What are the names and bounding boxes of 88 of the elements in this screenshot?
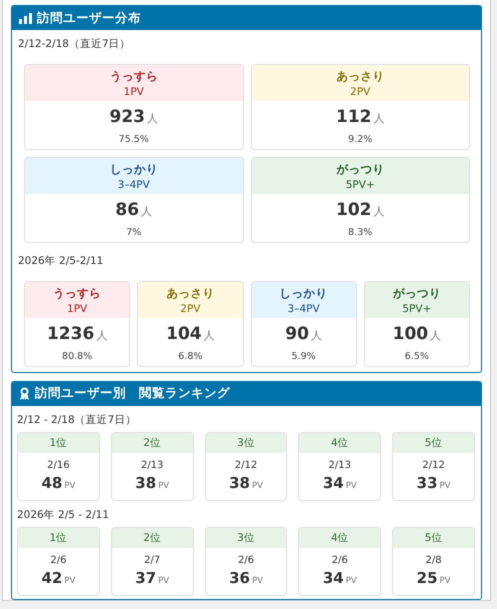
- pv-unit: PV: [252, 576, 263, 586]
- group-name: がっつり: [336, 160, 384, 178]
- pv-unit: PV: [440, 576, 450, 586]
- visitor-count: 1236: [46, 324, 94, 344]
- pv-value: 36: [229, 568, 250, 587]
- pv-unit: PV: [158, 480, 170, 491]
- pv-unit: PV: [440, 480, 450, 491]
- rank-date: 2/6: [330, 554, 349, 566]
- rank-date: 2/7: [143, 554, 162, 566]
- visitor-count: 90: [285, 324, 309, 344]
- percent-share: 9.2%: [347, 133, 374, 147]
- rank-date: 2/12: [234, 460, 258, 471]
- pv-value: 48: [41, 474, 62, 492]
- group-pv-range: 5PV+: [346, 178, 375, 192]
- rank-label: 2位: [112, 528, 193, 548]
- percent-share: 5.9%: [290, 350, 317, 364]
- count-unit: 人: [147, 111, 158, 126]
- rank-label: 1位: [18, 432, 99, 453]
- percent-share: 80.8%: [61, 350, 94, 364]
- rank-label: 3位: [206, 432, 286, 453]
- rank-label: 3位: [206, 528, 286, 548]
- pv-value: 42: [41, 568, 62, 587]
- rank-date: 2/6: [49, 554, 68, 566]
- percent-share: 8.3%: [347, 226, 374, 240]
- percent-share: 7%: [125, 226, 142, 240]
- count-unit: 人: [204, 328, 215, 343]
- group-name: がっつり: [392, 284, 441, 302]
- group-name: うっすら: [53, 284, 102, 302]
- rank-label: 1位: [18, 528, 99, 548]
- pv-value: 25: [416, 568, 438, 587]
- period-label: 2/12-2/18（直近7日）: [18, 37, 132, 51]
- rank-label: 5位: [393, 528, 474, 548]
- pv-value: 34: [322, 474, 344, 492]
- count-unit: 人: [96, 328, 108, 343]
- group-name: あっさり: [166, 284, 214, 302]
- visitor-count: 112: [336, 107, 372, 127]
- visitor-count: 102: [336, 200, 372, 220]
- pv-unit: PV: [64, 576, 76, 586]
- group-pv-range: 1PV: [67, 302, 88, 316]
- percent-share: 6.5%: [404, 350, 430, 364]
- pv-unit: PV: [64, 480, 76, 491]
- rank-date: 2/8: [424, 554, 443, 566]
- count-unit: 人: [141, 204, 152, 219]
- rank-date: 2/6: [236, 554, 256, 566]
- visitor-count: 104: [166, 324, 202, 344]
- percent-share: 75.5%: [118, 133, 150, 147]
- award-ribbon-icon: [19, 387, 30, 400]
- group-name: しっかり: [280, 284, 328, 302]
- period-label: 2026年 2/5 - 2/11: [17, 508, 110, 522]
- pv-unit: PV: [252, 480, 263, 491]
- pv-value: 38: [135, 474, 156, 492]
- panel-title: 訪問ユーザー分布: [37, 10, 141, 26]
- pv-unit: PV: [346, 480, 357, 491]
- rank-label: 2位: [112, 432, 193, 453]
- pv-value: 37: [135, 568, 156, 587]
- group-pv-range: 1PV: [124, 84, 144, 98]
- pv-unit: PV: [158, 576, 170, 586]
- count-unit: 人: [430, 328, 442, 343]
- panel-title: 訪問ユーザー別 閲覧ランキング: [35, 385, 230, 402]
- count-unit: 人: [310, 328, 322, 343]
- rank-label: 5位: [393, 432, 474, 453]
- group-name: しっかり: [110, 160, 158, 178]
- group-pv-range: 3–4PV: [118, 178, 150, 192]
- group-name: うっすら: [110, 68, 158, 84]
- rank-label: 4位: [299, 528, 380, 548]
- rank-date: 2/16: [46, 460, 71, 471]
- period-label: 2026年 2/5-2/11: [18, 254, 104, 268]
- group-pv-range: 3–4PV: [288, 302, 320, 316]
- pv-value: 34: [322, 568, 344, 587]
- rank-date: 2/12: [421, 460, 446, 471]
- period-label: 2/12 - 2/18（直近7日）: [17, 412, 138, 427]
- group-pv-range: 5PV+: [402, 302, 432, 316]
- pv-unit: PV: [346, 576, 357, 586]
- group-pv-range: 2PV: [350, 84, 370, 98]
- pv-value: 33: [416, 474, 438, 492]
- pv-value: 38: [229, 474, 250, 492]
- rank-date: 2/13: [328, 460, 352, 471]
- rank-date: 2/13: [140, 460, 164, 471]
- visitor-count: 86: [115, 200, 140, 220]
- count-unit: 人: [374, 204, 384, 219]
- percent-share: 6.8%: [177, 350, 204, 364]
- group-name: あっさり: [336, 68, 384, 84]
- bar-chart-icon: [19, 12, 32, 24]
- rank-label: 4位: [299, 432, 380, 453]
- visitor-count: 100: [392, 324, 428, 344]
- count-unit: 人: [374, 111, 384, 126]
- visitor-count: 923: [110, 107, 145, 127]
- group-pv-range: 2PV: [180, 302, 200, 316]
